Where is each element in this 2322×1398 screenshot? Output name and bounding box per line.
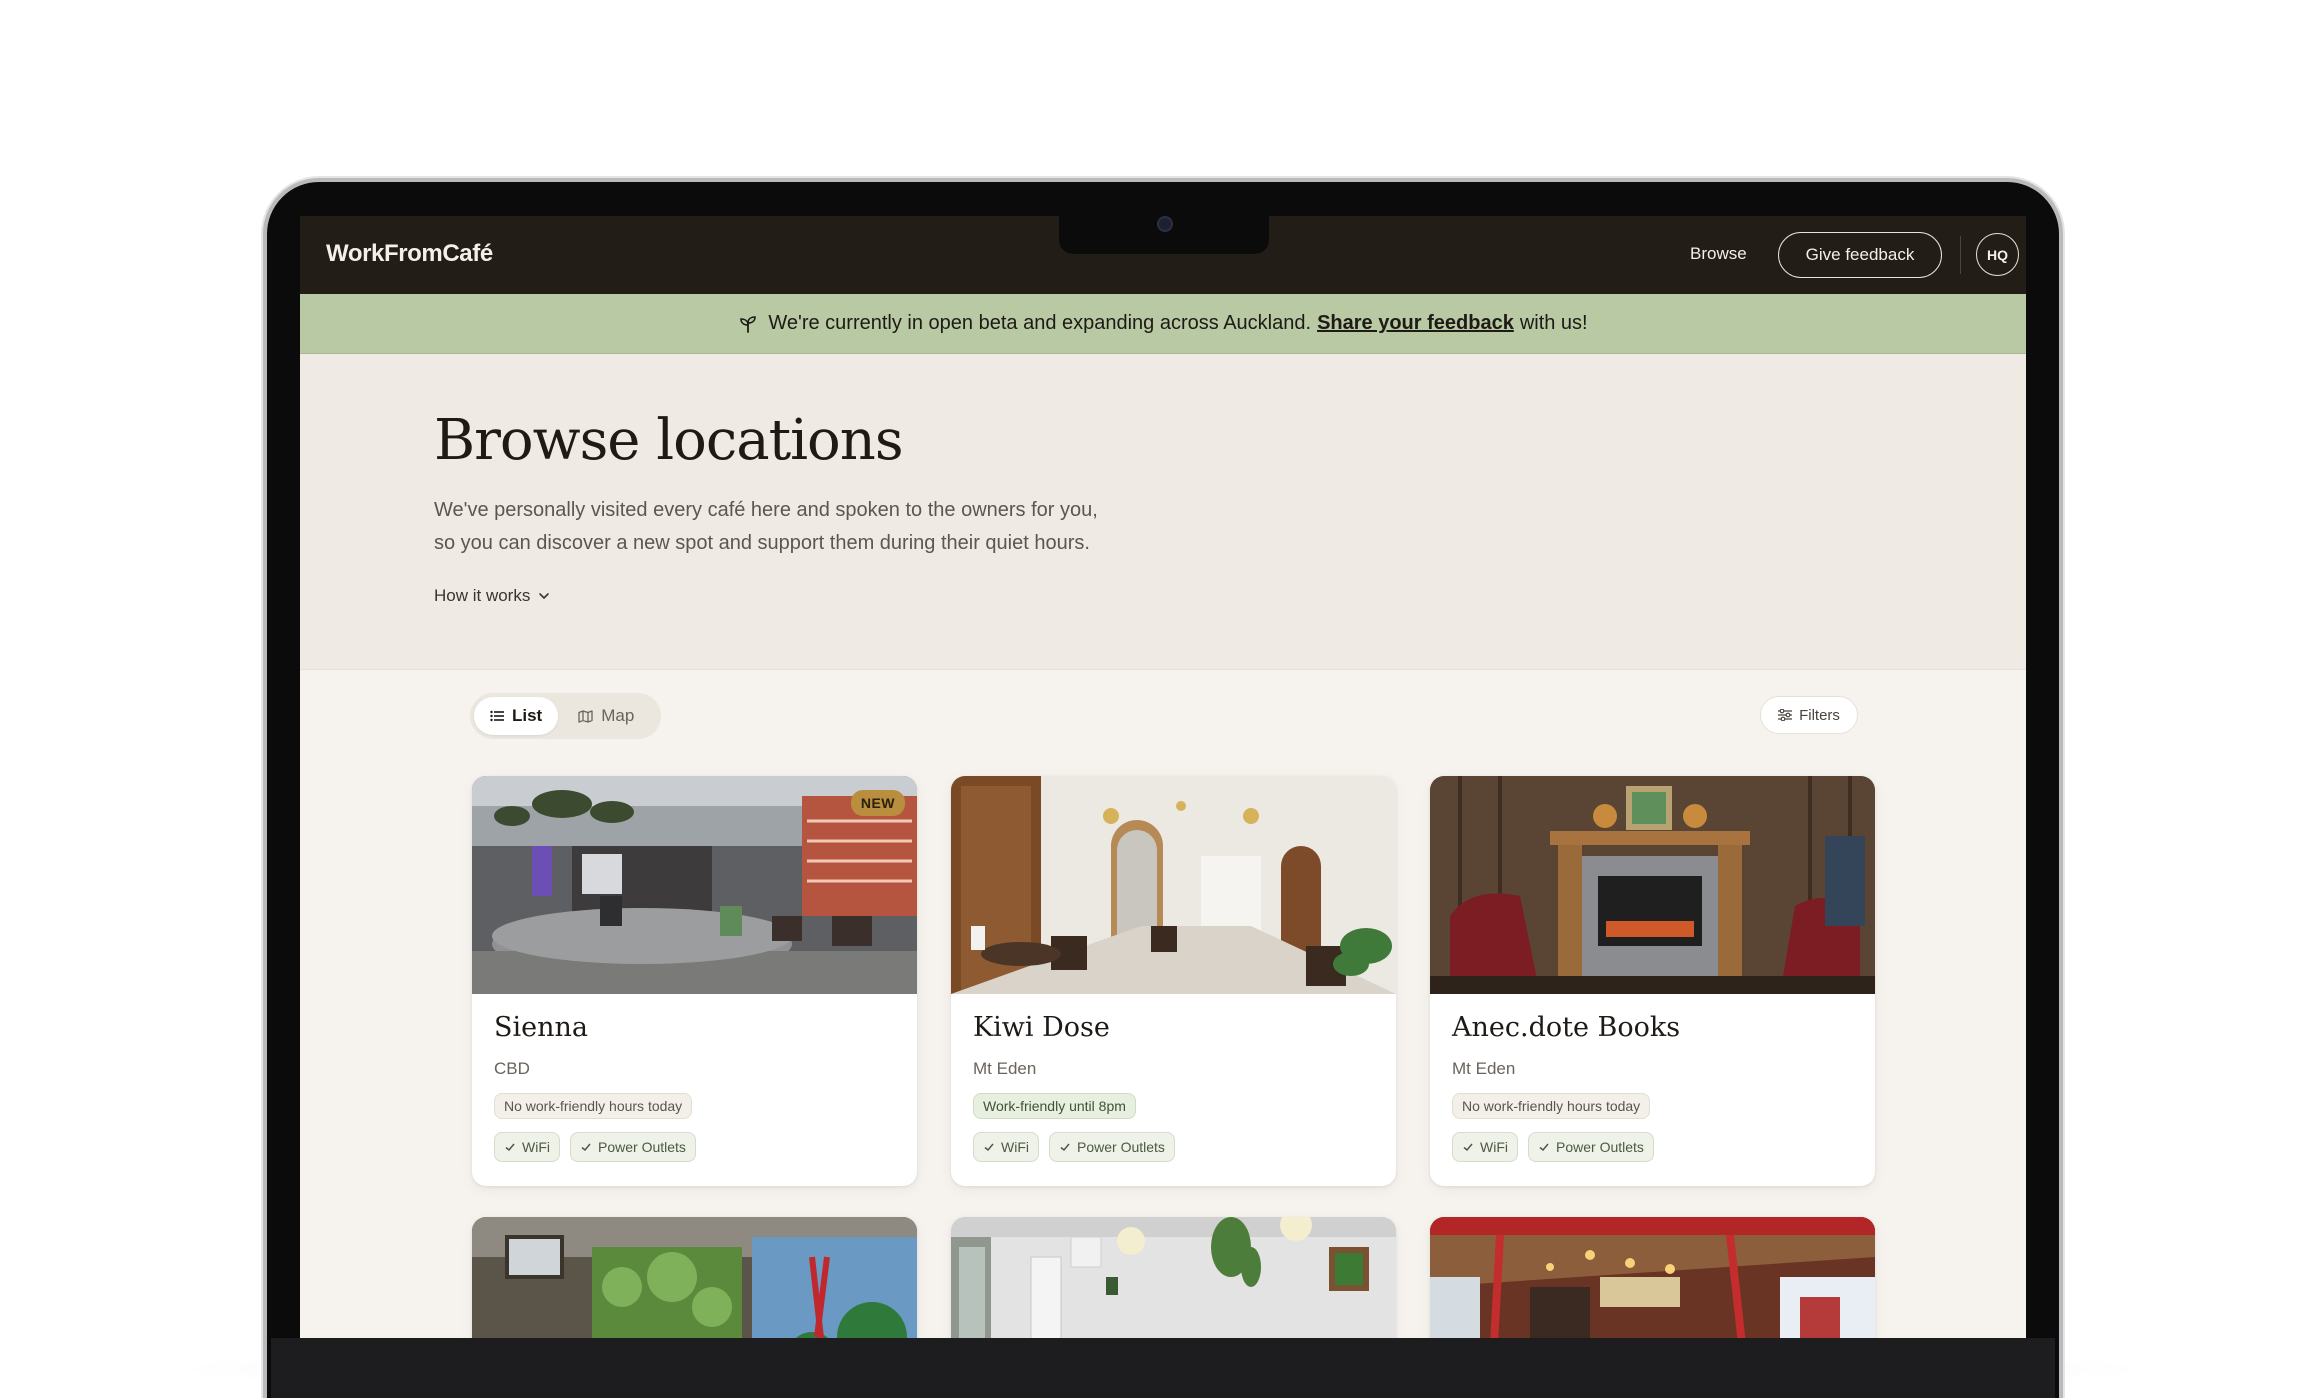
how-it-works-label: How it works	[434, 586, 531, 605]
list-view-label: List	[512, 706, 543, 725]
location-card[interactable]	[951, 1217, 1396, 1338]
sliders-icon	[1778, 709, 1793, 721]
banner-text-end: with us!	[1519, 312, 1588, 334]
page-description: We've personally visited every café here…	[434, 494, 1154, 560]
amenity-label: WiFi	[522, 1139, 550, 1155]
amenity-tag-power: Power Outlets	[1049, 1132, 1175, 1162]
amenity-tag-wifi: WiFi	[494, 1132, 560, 1162]
location-card-kiwi-dose[interactable]: Kiwi Dose Mt Eden Work-friendly until 8p…	[951, 776, 1396, 1186]
new-badge: NEW	[850, 790, 905, 816]
location-card[interactable]	[1430, 1217, 1875, 1338]
list-icon	[490, 710, 504, 722]
hours-badge: No work-friendly hours today	[494, 1093, 693, 1119]
card-title: Anec.dote Books	[1452, 1012, 1681, 1043]
map-icon	[578, 709, 593, 723]
cafe-photo	[472, 1217, 917, 1338]
check-icon	[1539, 1143, 1549, 1152]
check-icon	[984, 1143, 994, 1152]
logo[interactable]: WorkFromCafé	[326, 240, 493, 268]
amenity-label: Power Outlets	[598, 1139, 686, 1155]
nav-browse-link[interactable]: Browse	[1690, 244, 1747, 264]
amenity-tag-wifi: WiFi	[973, 1132, 1039, 1162]
description-line-1: We've personally visited every café here…	[434, 499, 1098, 521]
list-view-button[interactable]: List	[474, 697, 559, 735]
beta-banner: We're currently in open beta and expandi…	[300, 294, 2026, 354]
check-icon	[581, 1143, 591, 1152]
nav-divider	[1960, 236, 1961, 274]
share-feedback-link[interactable]: Share your feedback	[1317, 312, 1514, 335]
location-card-anecdote-books[interactable]: Anec.dote Books Mt Eden No work-friendly…	[1430, 776, 1875, 1186]
amenity-tag-power: Power Outlets	[1528, 1132, 1654, 1162]
laptop-base	[271, 1338, 2055, 1398]
check-icon	[1463, 1143, 1473, 1152]
card-title: Sienna	[494, 1012, 588, 1043]
amenity-tags: WiFi Power Outlets	[973, 1132, 1175, 1162]
app-screen: WorkFromCafé Browse Give feedback HQ We'…	[300, 216, 2026, 1338]
card-title: Kiwi Dose	[973, 1012, 1110, 1043]
card-area: CBD	[494, 1059, 530, 1078]
cafe-photo	[1430, 776, 1875, 994]
webcam-icon	[1157, 216, 1173, 232]
check-icon	[505, 1143, 515, 1152]
sprout-icon	[740, 315, 757, 333]
camera-notch	[1059, 216, 1269, 254]
cafe-photo	[951, 1217, 1396, 1338]
map-view-button[interactable]: Map	[562, 697, 650, 735]
map-view-label: Map	[601, 706, 635, 725]
hours-badge: Work-friendly until 8pm	[973, 1093, 1136, 1119]
amenity-tag-power: Power Outlets	[570, 1132, 696, 1162]
card-area: Mt Eden	[973, 1059, 1037, 1078]
how-it-works-toggle[interactable]: How it works	[434, 586, 550, 606]
card-area: Mt Eden	[1452, 1059, 1516, 1078]
chevron-down-icon	[539, 593, 550, 600]
view-toggle: List Map	[470, 693, 661, 739]
page-title: Browse locations	[434, 408, 904, 473]
cafe-photo	[1430, 1217, 1875, 1338]
amenity-label: WiFi	[1480, 1139, 1508, 1155]
check-icon	[1060, 1143, 1070, 1152]
avatar[interactable]: HQ	[1976, 233, 2019, 276]
description-line-2: so you can discover a new spot and suppo…	[434, 532, 1090, 554]
amenity-label: Power Outlets	[1556, 1139, 1644, 1155]
filters-label: Filters	[1799, 706, 1840, 724]
banner-text: We're currently in open beta and expandi…	[768, 312, 1312, 334]
give-feedback-button[interactable]: Give feedback	[1778, 232, 1942, 278]
amenity-tag-wifi: WiFi	[1452, 1132, 1518, 1162]
location-card[interactable]	[472, 1217, 917, 1338]
amenity-label: Power Outlets	[1077, 1139, 1165, 1155]
location-card-sienna[interactable]: NEW Sienna CBD No work-friendly hours to…	[472, 776, 917, 1186]
filters-button[interactable]: Filters	[1760, 696, 1858, 734]
amenity-label: WiFi	[1001, 1139, 1029, 1155]
amenity-tags: WiFi Power Outlets	[1452, 1132, 1654, 1162]
cafe-photo	[951, 776, 1396, 994]
cafe-photo	[472, 776, 917, 994]
hero-section: Browse locations We've personally visite…	[300, 354, 2026, 670]
hours-badge: No work-friendly hours today	[1452, 1093, 1651, 1119]
amenity-tags: WiFi Power Outlets	[494, 1132, 696, 1162]
